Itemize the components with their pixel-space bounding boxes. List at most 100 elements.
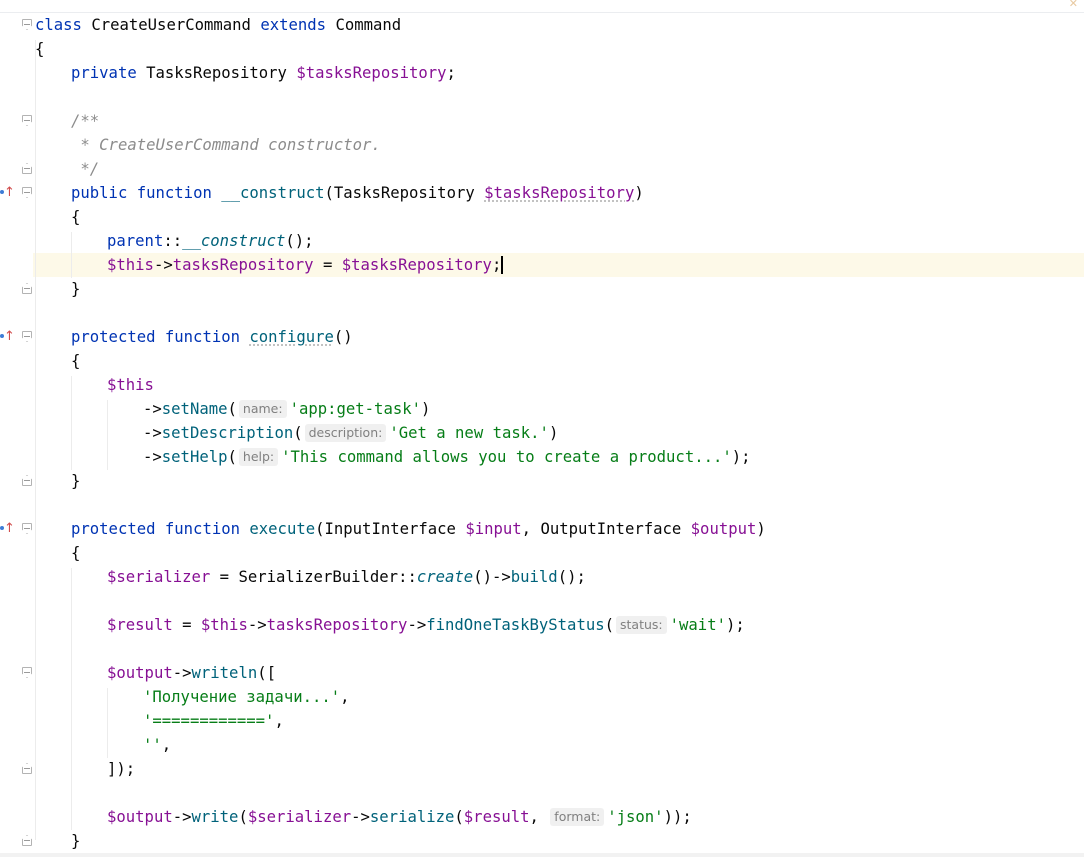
token-class-name: SerializerBuilder <box>238 568 399 586</box>
token-function: setName <box>161 400 228 418</box>
code-line[interactable]: $serializer = SerializerBuilder::create(… <box>107 565 586 589</box>
token-punct: -> <box>172 664 192 682</box>
token-comment: * CreateUserCommand constructor. <box>71 136 381 154</box>
token-comment: */ <box>71 160 100 178</box>
token-punct: -> <box>172 808 192 826</box>
token-punct: -> <box>143 448 162 466</box>
token-function: build <box>510 568 558 586</box>
token-punct: ) <box>634 184 644 202</box>
token-function: serialize <box>369 808 455 826</box>
editor-gutter <box>0 13 33 857</box>
code-line[interactable]: } <box>71 469 80 493</box>
token-string: 'json' <box>607 808 664 826</box>
token-static-method: create <box>416 568 474 586</box>
code-line[interactable]: public function __construct(TasksReposit… <box>71 181 644 205</box>
token-brace: } <box>71 832 81 850</box>
token-punct: -> <box>153 256 173 274</box>
code-line[interactable]: /** <box>71 109 99 133</box>
code-line[interactable]: class CreateUserCommand extends Command <box>35 13 401 37</box>
token-punct: ) <box>548 424 559 442</box>
token-punct: ( <box>604 616 615 634</box>
token-punct: () <box>333 328 353 346</box>
code-line[interactable]: $result = $this->tasksRepository->findOn… <box>107 613 745 637</box>
code-line[interactable]: ]); <box>107 757 135 781</box>
code-line[interactable]: protected function configure() <box>71 325 353 349</box>
code-line[interactable]: protected function execute(InputInterfac… <box>71 517 766 541</box>
code-line[interactable]: $this->tasksRepository = $tasksRepositor… <box>107 253 504 277</box>
token-variable: $serializer <box>107 568 211 586</box>
token-punct: ; <box>491 256 502 274</box>
code-line[interactable]: */ <box>71 157 99 181</box>
token-this: $this <box>107 376 154 394</box>
token-this: $this <box>107 256 154 274</box>
token-function: findOneTaskByStatus <box>426 616 605 634</box>
code-line[interactable]: $output->writeln([ <box>107 661 276 685</box>
token-punct: -> <box>247 616 267 634</box>
token-brace: } <box>71 280 81 298</box>
token-string: 'Get a new task.' <box>389 424 549 442</box>
token-keyword: private <box>71 64 137 82</box>
code-line[interactable]: ->setDescription(description: 'Get a new … <box>143 421 558 445</box>
token-punct: )); <box>663 808 692 826</box>
code-line[interactable]: { <box>71 349 80 373</box>
token-brace: { <box>71 352 81 370</box>
token-type: InputInterface <box>324 520 456 538</box>
token-punct: -> <box>351 808 370 826</box>
token-punct: , <box>529 808 549 826</box>
token-punct: :: <box>163 232 183 250</box>
token-brace: { <box>71 208 81 226</box>
override-method-icon[interactable]: ↑ <box>0 330 15 344</box>
code-line[interactable]: ->setName(name:'app:get-task') <box>143 397 430 421</box>
token-keyword: function <box>136 184 212 202</box>
code-line[interactable]: * CreateUserCommand constructor. <box>71 133 381 157</box>
code-line[interactable]: private TasksRepository $tasksRepository… <box>71 61 456 85</box>
token-function: setHelp <box>161 448 228 466</box>
token-punct: :: <box>398 568 417 586</box>
token-punct: , <box>521 520 541 538</box>
token-string: 'app:get-task' <box>289 400 421 418</box>
token-variable: $serializer <box>247 808 352 826</box>
token-punct: -> <box>407 616 427 634</box>
token-punct: -> <box>143 400 162 418</box>
indent-guide <box>107 688 108 758</box>
token-punct: = <box>210 568 239 586</box>
code-line[interactable]: $this <box>107 373 154 397</box>
token-string: 'Получение задачи...' <box>143 688 341 706</box>
token-variable: $tasksRepository <box>484 184 635 202</box>
token-keyword: function <box>164 520 240 538</box>
indent-guide <box>35 40 36 840</box>
token-keyword: public <box>71 184 128 202</box>
code-line[interactable]: { <box>71 205 80 229</box>
code-line[interactable]: } <box>71 829 80 853</box>
token-punct: ( <box>324 184 334 202</box>
token-punct: , <box>161 736 172 754</box>
token-variable: $tasksRepository <box>296 64 447 82</box>
code-line[interactable]: parent::__construct(); <box>107 229 314 253</box>
token-punct: ()-> <box>473 568 511 586</box>
code-line[interactable]: $output->write($serializer->serialize($r… <box>107 805 692 829</box>
token-punct: ) <box>421 400 431 418</box>
token-brace: } <box>71 472 81 490</box>
token-punct: ; <box>446 64 456 82</box>
parameter-hint: status: <box>616 616 667 634</box>
override-method-icon[interactable]: ↑ <box>0 522 15 536</box>
token-function: configure <box>249 328 334 346</box>
code-line[interactable]: } <box>71 277 80 301</box>
code-line[interactable]: { <box>71 541 80 565</box>
editor-bottom-edge <box>0 853 1084 857</box>
x-icon[interactable]: ✕ <box>1069 0 1078 10</box>
token-punct: ); <box>725 616 745 634</box>
indent-guide <box>71 568 72 830</box>
code-line[interactable]: '============', <box>143 709 284 733</box>
token-variable: $input <box>465 520 522 538</box>
code-line[interactable]: { <box>35 37 44 61</box>
token-function: write <box>191 808 239 826</box>
token-keyword: protected <box>71 328 156 346</box>
code-line[interactable]: '', <box>143 733 171 757</box>
code-editor[interactable]: ✕ ↑ ↑ ↑ class CreateUserCommand extends … <box>0 0 1084 857</box>
token-type: TasksRepository <box>333 184 475 202</box>
code-line[interactable]: 'Получение задачи...', <box>143 685 350 709</box>
code-line[interactable]: ->setHelp(help: 'This command allows you … <box>143 445 751 469</box>
override-method-icon[interactable]: ↑ <box>0 186 15 200</box>
token-string: 'wait' <box>669 616 726 634</box>
